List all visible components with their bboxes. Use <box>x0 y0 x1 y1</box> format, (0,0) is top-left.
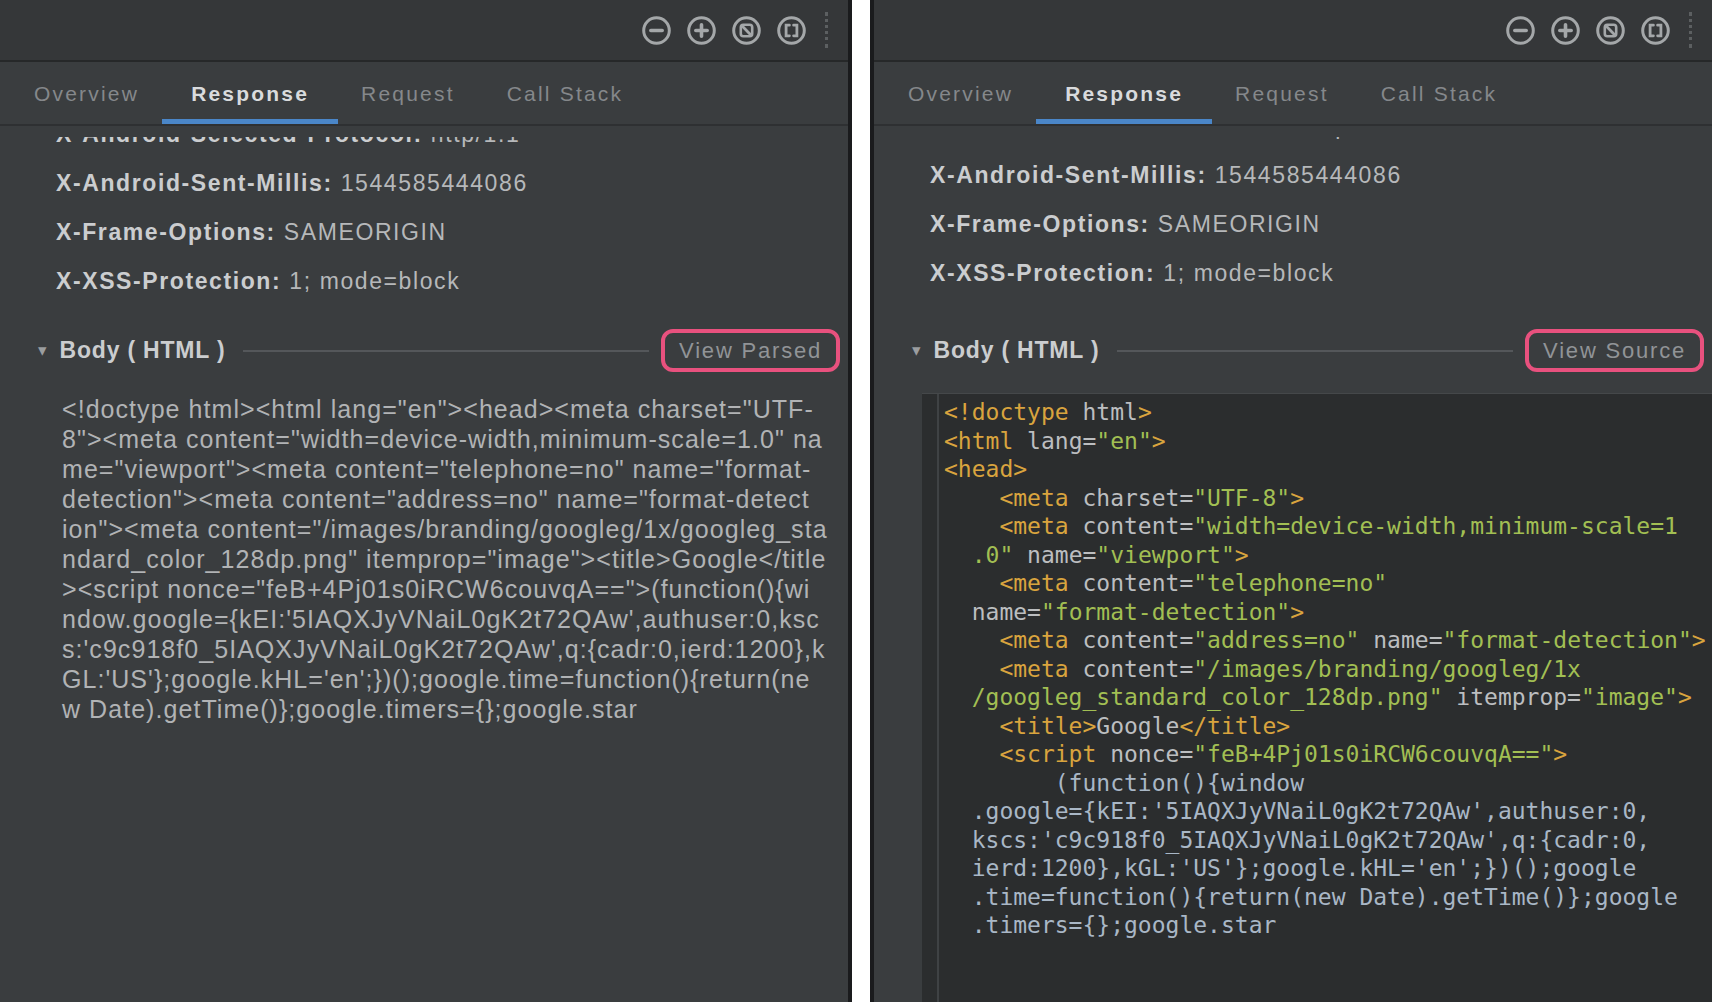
code-line: <script nonce="feB+4Pj01s0iRCW6couvqA=="… <box>944 740 1712 769</box>
zoom-out-button[interactable] <box>641 15 672 46</box>
tab-request[interactable]: Request <box>361 64 455 124</box>
tab-response[interactable]: Response <box>191 64 309 124</box>
zoom-out-icon <box>1505 15 1536 46</box>
response-header: X-Android-Selected-Protocol: http/1.1 <box>930 137 1712 162</box>
response-header: X-Frame-Options: SAMEORIGIN <box>56 219 848 268</box>
response-body-parsed-text[interactable]: <!doctype html><html lang="en"><head><me… <box>62 394 828 724</box>
network-inspector-panel-right: Overview Response Request Call Stack X-Andr… <box>870 0 1712 1002</box>
response-tab-content[interactable]: X-Android-Selected-Protocol: http/1.1X-A… <box>0 137 848 1002</box>
response-headers-list: X-Android-Selected-Protocol: http/1.1X-A… <box>56 137 848 317</box>
body-section-row: ▾ Body ( HTML ) View Source <box>912 329 1704 372</box>
divider-line <box>1117 350 1513 352</box>
tab-call-stack[interactable]: Call Stack <box>1381 64 1498 124</box>
profiler-toolbar <box>0 0 848 62</box>
detail-tabs: Overview Response Request Call Stack <box>0 64 848 126</box>
code-line: <meta content="telephone=no" <box>944 569 1712 598</box>
response-header: X-Android-Sent-Millis: 1544585444086 <box>56 170 848 219</box>
body-section-label: Body ( HTML ) <box>60 337 226 364</box>
tab-response[interactable]: Response <box>1065 64 1183 124</box>
code-line: <html lang="en"> <box>944 427 1712 456</box>
code-line: <meta content="address=no" name="format-… <box>944 626 1712 655</box>
code-line: <head> <box>944 455 1712 484</box>
view-source-button[interactable]: View Source <box>1525 329 1704 372</box>
response-header: X-XSS-Protection: 1; mode=block <box>930 260 1712 309</box>
body-section-label: Body ( HTML ) <box>934 337 1100 364</box>
profiler-toolbar <box>874 0 1712 62</box>
response-header: X-XSS-Protection: 1; mode=block <box>56 268 848 317</box>
zoom-in-icon <box>686 15 717 46</box>
code-line: .time=function(){return(new Date).getTim… <box>944 883 1712 912</box>
view-parsed-button[interactable]: View Parsed <box>661 329 840 372</box>
reset-zoom-button[interactable] <box>731 15 762 46</box>
gutter-divider <box>937 394 939 1002</box>
collapse-arrow-icon[interactable]: ▾ <box>912 340 921 361</box>
code-line: (function(){window <box>944 769 1712 798</box>
zoom-out-button[interactable] <box>1505 15 1536 46</box>
code-line: /googleg_standard_color_128dp.png" itemp… <box>944 683 1712 712</box>
code-line: name="format-detection"> <box>944 598 1712 627</box>
tab-call-stack[interactable]: Call Stack <box>507 64 624 124</box>
reset-zoom-button[interactable] <box>1595 15 1626 46</box>
source-code-lines: <!doctype html><html lang="en"><head> <m… <box>944 398 1712 940</box>
toolbar-separator <box>825 12 828 48</box>
zoom-in-button[interactable] <box>1550 15 1581 46</box>
code-line: <title>Google</title> <box>944 712 1712 741</box>
code-line: .0" name="viewport"> <box>944 541 1712 570</box>
code-line: .google={kEI:'5IAQXJyVNaiL0gK2t72QAw',au… <box>944 797 1712 826</box>
code-line: <meta content="width=device-width,minimu… <box>944 512 1712 541</box>
code-line: <meta charset="UTF-8"> <box>944 484 1712 513</box>
detail-tabs: Overview Response Request Call Stack <box>874 64 1712 126</box>
code-line: <!doctype html> <box>944 398 1712 427</box>
code-line: kscs:'c9c918f0_5IAQXJyVNaiL0gK2t72QAw',q… <box>944 826 1712 855</box>
zoom-to-selection-icon <box>1640 15 1671 46</box>
reset-zoom-icon <box>731 15 762 46</box>
tab-overview[interactable]: Overview <box>908 64 1013 124</box>
body-section-row: ▾ Body ( HTML ) View Parsed <box>38 329 840 372</box>
tab-request[interactable]: Request <box>1235 64 1329 124</box>
response-header: X-Frame-Options: SAMEORIGIN <box>930 211 1712 260</box>
zoom-in-button[interactable] <box>686 15 717 46</box>
zoom-to-selection-button[interactable] <box>776 15 807 46</box>
response-headers-list: X-Android-Selected-Protocol: http/1.1X-A… <box>930 137 1712 309</box>
response-header: X-Android-Selected-Protocol: http/1.1 <box>56 137 848 170</box>
zoom-out-icon <box>641 15 672 46</box>
code-line: .timers={};google.star <box>944 911 1712 940</box>
network-inspector-panel-left: Overview Response Request Call Stack X-Andr… <box>0 0 852 1002</box>
response-header: X-Android-Sent-Millis: 1544585444086 <box>930 162 1712 211</box>
reset-zoom-icon <box>1595 15 1626 46</box>
collapse-arrow-icon[interactable]: ▾ <box>38 340 47 361</box>
tab-overview[interactable]: Overview <box>34 64 139 124</box>
response-tab-content[interactable]: X-Android-Selected-Protocol: http/1.1X-A… <box>874 137 1712 1002</box>
code-line: ierd:1200},kGL:'US'};google.kHL='en';})(… <box>944 854 1712 883</box>
code-line: <meta content="/images/branding/googleg/… <box>944 655 1712 684</box>
divider-line <box>243 350 649 352</box>
zoom-to-selection-icon <box>776 15 807 46</box>
response-body-source-viewer[interactable]: <!doctype html><html lang="en"><head> <m… <box>922 393 1712 1002</box>
toolbar-separator <box>1689 12 1692 48</box>
zoom-in-icon <box>1550 15 1581 46</box>
zoom-to-selection-button[interactable] <box>1640 15 1671 46</box>
